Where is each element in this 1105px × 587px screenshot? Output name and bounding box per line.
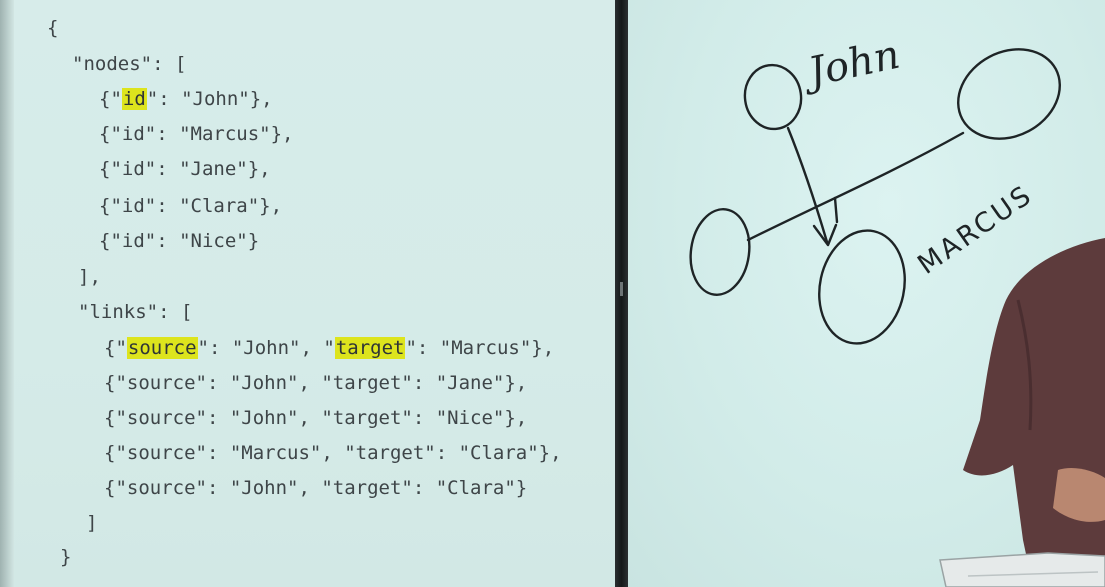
code-node-line: {"id": "Jane"}, xyxy=(99,158,271,180)
code-links-key: "links": [ xyxy=(78,301,193,323)
code-node-line: {"id": "Nice"} xyxy=(99,230,260,252)
code-token: {" xyxy=(104,337,127,359)
highlight-source: source xyxy=(126,337,198,359)
code-open-brace: { xyxy=(47,17,59,39)
code-node-line: {"id": "John"}, xyxy=(99,88,273,110)
code-nodes-key: "nodes": [ xyxy=(72,53,187,75)
code-token: {" xyxy=(99,88,122,110)
code-link-line: {"source": "John", "target": "Clara"} xyxy=(104,477,528,499)
code-node-line: {"id": "Marcus"}, xyxy=(99,123,294,145)
code-token: ": "John", " xyxy=(197,337,335,359)
code-node-line: {"id": "Clara"}, xyxy=(99,195,283,217)
whiteboard-panel: John MARCUS xyxy=(628,0,1105,587)
code-link-line: {"source": "John", "target": "Nice"}, xyxy=(104,407,528,429)
code-nodes-close: ], xyxy=(78,266,101,288)
code-link-line: {"source": "John", "target": "Marcus"}, xyxy=(104,337,554,359)
presenter-shirt xyxy=(963,238,1105,587)
code-token: ": "Marcus"}, xyxy=(405,337,555,359)
code-panel: { "nodes": [ {"id": "John"}, {"id": "Mar… xyxy=(0,0,615,587)
code-link-line: {"source": "John", "target": "Jane"}, xyxy=(104,372,528,394)
code-links-close: ] xyxy=(86,512,98,534)
panel-edge-shadow xyxy=(0,0,14,587)
code-close-brace: } xyxy=(60,546,72,568)
divider-handle xyxy=(620,282,623,296)
highlight-target: target xyxy=(334,337,406,359)
laptop xyxy=(939,552,1105,587)
presenter-figure xyxy=(939,238,1105,587)
code-token: ": "John"}, xyxy=(146,88,273,110)
highlight-id: id xyxy=(121,88,147,110)
code-link-line: {"source": "Marcus", "target": "Clara"}, xyxy=(104,442,562,464)
